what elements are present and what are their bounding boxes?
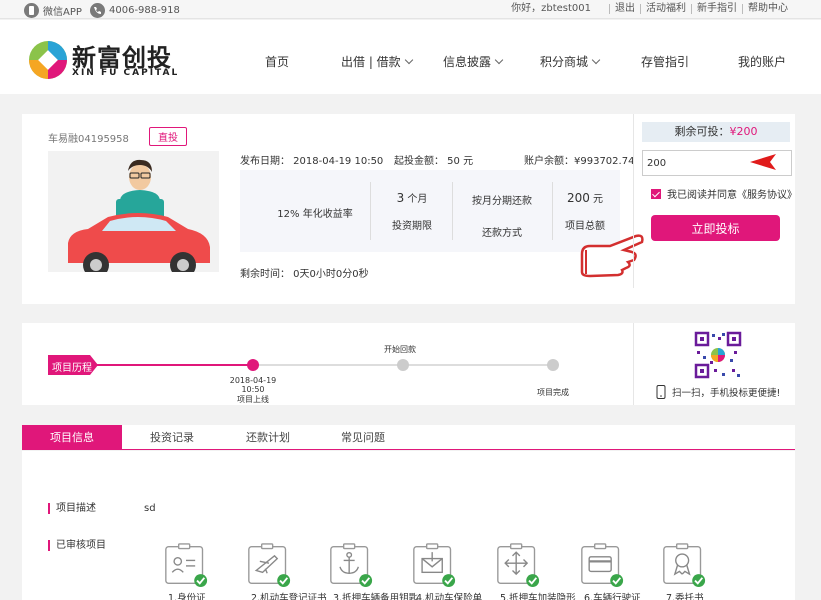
- scan-hint: 扫一扫，手机投标更便捷!: [656, 385, 780, 399]
- step-online: 2018-04-19 10:50 项目上线: [229, 376, 277, 404]
- id-card-icon: [165, 543, 208, 587]
- nav-disclosure[interactable]: 信息披露: [443, 53, 504, 70]
- document-label: 6.车辆行驶证: [584, 593, 641, 600]
- document-label: 4.机动车保险单: [416, 593, 483, 600]
- project-history: 项目历程 2018-04-19 10:50 项目上线 开始回款 项目完成 扫一扫，…: [22, 323, 795, 405]
- available-amount: 剩余可投：¥200: [642, 122, 790, 142]
- nav-lend-borrow[interactable]: 出借 | 借款: [341, 53, 413, 70]
- phone-number: 4006-988-918: [109, 5, 180, 16]
- agreement-checkbox[interactable]: 我已阅读并同意《服务协议》: [651, 186, 797, 201]
- qr-code-icon: [694, 331, 742, 379]
- account-balance: 账户余额：¥993702.74: [524, 156, 635, 167]
- driving-license-icon: [581, 543, 624, 587]
- document-label: 5.抵押车加装隐形: [500, 593, 576, 600]
- project-type-badge: 直投: [149, 127, 187, 146]
- step-complete: 项目完成: [537, 388, 569, 397]
- remaining-time: 剩余时间： 0天0小时0分0秒: [240, 269, 369, 280]
- wechat-app-link[interactable]: 微信APP: [24, 3, 82, 18]
- mobile-icon: [24, 3, 39, 18]
- invest-now-button[interactable]: 立即投标: [651, 215, 780, 241]
- tab-faq[interactable]: 常见问题: [313, 425, 413, 450]
- project-info-content: 项目描述 sd 已审核项目 1.身份证 2.机动车登记证书 3.抵押车辆备用钥匙…: [22, 451, 795, 600]
- history-title: 项目历程: [52, 363, 92, 374]
- project-card: 车易融04195958 直投 发布日期： 2018-04-19 10:50 起投…: [22, 114, 797, 304]
- audited-items-label: 已审核项目: [48, 540, 106, 551]
- document-label: 1.身份证: [168, 593, 206, 600]
- tab-project-info[interactable]: 项目信息: [22, 425, 122, 450]
- tab-repayment-plan[interactable]: 还款计划: [218, 425, 318, 450]
- chevron-down-icon: [591, 55, 601, 64]
- document-label: 3.抵押车辆备用钥匙: [333, 593, 419, 600]
- hotline: 4006-988-918: [90, 3, 180, 18]
- project-illustration: [48, 151, 219, 272]
- timeline: [48, 355, 559, 375]
- document-label: 7.委托书: [666, 593, 704, 600]
- red-arrow-icon: [750, 154, 776, 170]
- publish-date: 发布日期： 2018-04-19 10:50: [240, 156, 384, 167]
- project-stats: 12% 年化收益率 3 个月 投资期限 按月分期还款 还款方式 200 元 项目…: [240, 170, 620, 252]
- header: 新富创投 XIN FU CAPITAL 首页 出借 | 借款 信息披露 积分商城…: [0, 20, 821, 94]
- nav-home[interactable]: 首页: [265, 53, 289, 70]
- invest-panel: 剩余可投：¥200 我已阅读并同意《服务协议》 立即投标: [633, 114, 806, 288]
- tab-invest-records[interactable]: 投资记录: [122, 425, 222, 450]
- greeting: 你好，zbtest001: [511, 3, 591, 14]
- phone-icon: [90, 3, 105, 18]
- logout-link[interactable]: 退出: [609, 4, 640, 14]
- beginner-guide-link[interactable]: 新手指引: [691, 4, 742, 14]
- project-description-label: 项目描述: [48, 503, 96, 514]
- project-total: 200 元 项目总额: [565, 191, 605, 232]
- detail-tabs: 项目信息 投资记录 还款计划 常见问题: [22, 425, 795, 450]
- mobile-icon: [656, 385, 666, 399]
- promotions-link[interactable]: 活动福利: [640, 4, 691, 14]
- car-register-icon: [248, 543, 291, 587]
- chevron-down-icon: [404, 55, 413, 64]
- step-repayment-start: 开始回款: [384, 345, 416, 354]
- project-name: 车易融04195958: [48, 134, 129, 145]
- invest-term: 3 个月 投资期限: [392, 191, 432, 232]
- nav-points-mall[interactable]: 积分商城: [540, 53, 601, 70]
- min-invest-amount: 起投金额： 50 元: [394, 156, 474, 167]
- car-key-icon: [330, 543, 373, 587]
- gps-tracker-icon: [497, 543, 540, 587]
- authorization-icon: [663, 543, 706, 587]
- agreement-text: 我已阅读并同意《服务协议》: [667, 190, 797, 201]
- nav-my-account[interactable]: 我的账户: [738, 53, 786, 70]
- logo-subtext: XIN FU CAPITAL: [72, 68, 180, 78]
- nav-custody-guide[interactable]: 存管指引: [641, 53, 689, 70]
- logo-icon[interactable]: [28, 40, 68, 80]
- document-label: 2.机动车登记证书: [251, 593, 327, 600]
- top-bar: 微信APP 4006-988-918 你好，zbtest001 退出 活动福利 …: [0, 0, 821, 19]
- wechat-app-label: 微信APP: [43, 7, 82, 18]
- project-description-value: sd: [144, 503, 156, 514]
- top-links: 你好，zbtest001 退出 活动福利 新手指引 帮助中心: [506, 4, 793, 14]
- checkbox-checked-icon: [651, 188, 661, 199]
- help-center-link[interactable]: 帮助中心: [742, 4, 793, 14]
- repay-method: 按月分期还款 还款方式: [472, 196, 532, 239]
- chevron-down-icon: [494, 55, 504, 64]
- annual-rate: 12% 年化收益率: [277, 209, 353, 220]
- insurance-icon: [413, 543, 456, 587]
